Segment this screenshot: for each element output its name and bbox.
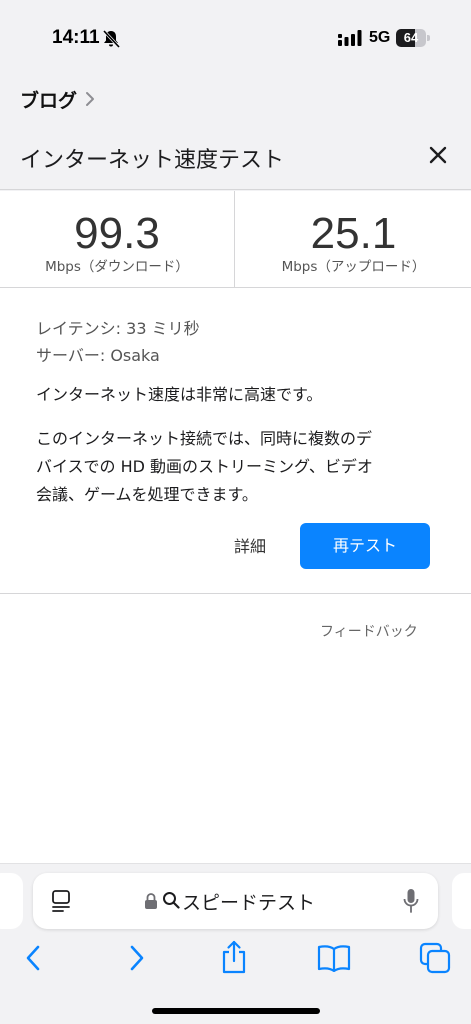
description-line: バイスでの HD 動画のストリーミング、ビデオ <box>36 457 373 476</box>
description-line: このインターネット接続では、同時に複数のデ <box>36 429 373 448</box>
widget-header: インターネット速度テスト <box>0 124 471 190</box>
details-link[interactable]: 詳細 <box>234 533 266 557</box>
speed-description: このインターネット接続では、同時に複数のデ バイスでの HD 動画のストリーミン… <box>36 425 436 509</box>
bookmarks-icon[interactable] <box>317 944 351 972</box>
latency-text: レイテンシ: 33 ミリ秒 <box>36 319 200 338</box>
connection-info: レイテンシ: 33 ミリ秒 サーバー: Osaka <box>36 315 436 369</box>
back-icon[interactable] <box>24 944 42 972</box>
battery-icon: 64 <box>396 29 430 47</box>
battery-level: 64 <box>403 30 419 45</box>
server-text: サーバー: Osaka <box>36 346 160 365</box>
speed-test-card: 99.3 Mbps（ダウンロード） 25.1 Mbps（アップロード） レイテン… <box>0 191 471 863</box>
download-value: 99.3 <box>74 209 160 258</box>
speed-summary: インターネット速度は非常に高速です。 <box>36 385 323 404</box>
search-icon <box>163 892 180 909</box>
close-icon[interactable] <box>428 145 448 165</box>
speed-results: 99.3 Mbps（ダウンロード） 25.1 Mbps（アップロード） <box>0 191 471 288</box>
upload-value: 25.1 <box>310 209 397 258</box>
network-type: 5G <box>369 29 391 46</box>
chevron-right-icon <box>86 92 95 106</box>
upload-unit: Mbps（アップロード） <box>281 259 426 275</box>
next-tab-preview[interactable] <box>452 873 471 929</box>
microphone-icon[interactable] <box>403 888 419 914</box>
status-time: 14:11 <box>52 27 100 48</box>
page-menu-icon[interactable] <box>51 889 71 913</box>
address-text[interactable]: スピードテスト <box>182 888 315 915</box>
retest-button[interactable]: 再テスト <box>300 523 430 569</box>
tabs-icon[interactable] <box>419 942 451 974</box>
feedback-link[interactable]: フィードバック <box>320 621 418 641</box>
upload-result: 25.1 Mbps（アップロード） <box>236 191 471 288</box>
forward-icon[interactable] <box>128 944 146 972</box>
divider <box>0 593 471 594</box>
breadcrumb[interactable]: ブログ <box>20 86 95 112</box>
signal-icon <box>338 30 362 46</box>
breadcrumb-label[interactable]: ブログ <box>20 86 77 113</box>
download-result: 99.3 Mbps（ダウンロード） <box>0 191 235 288</box>
home-indicator[interactable] <box>152 1008 320 1014</box>
previous-tab-preview[interactable] <box>0 873 23 929</box>
share-icon[interactable] <box>220 940 248 974</box>
description-line: 会議、ゲームを処理できます。 <box>36 485 258 504</box>
bell-off-icon <box>102 29 121 49</box>
download-unit: Mbps（ダウンロード） <box>45 259 189 275</box>
lock-icon <box>145 893 157 909</box>
page-title: インターネット速度テスト <box>20 148 285 173</box>
status-bar: 14:11 5G 64 <box>0 0 471 76</box>
